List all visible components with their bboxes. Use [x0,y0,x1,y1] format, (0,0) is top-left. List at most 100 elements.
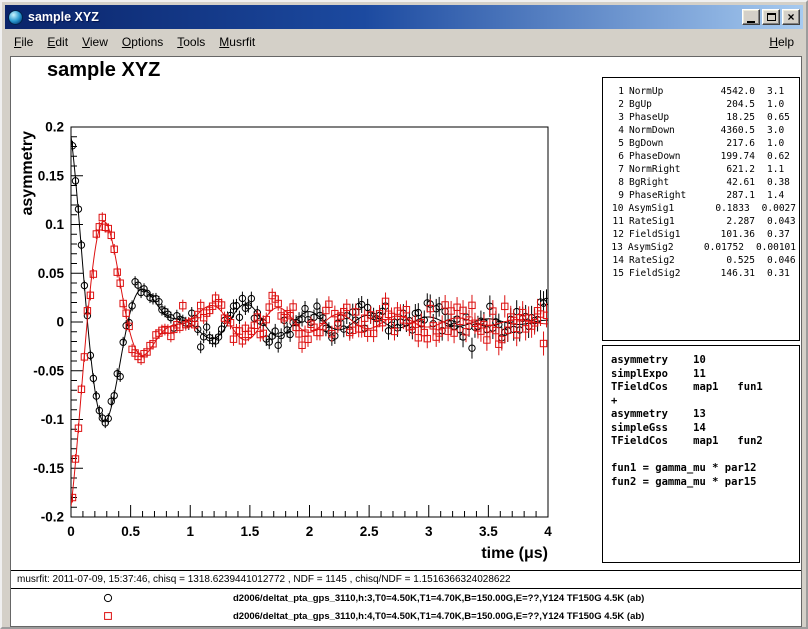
param-number: 3 [609,111,624,124]
param-name: AsymSig1 [628,202,701,215]
menu-musrfit[interactable]: Musrfit [212,32,262,52]
param-number: 9 [609,189,624,202]
param-value: 2.287 [705,215,755,228]
theory-line: TFieldCos map1 fun1 [611,381,796,395]
param-row: 10AsymSig10.18330.0027 [609,202,796,215]
square-marker-icon [101,609,115,623]
y-tick-label: 0.15 [38,168,65,183]
param-name: FieldSig2 [629,267,705,280]
minimize-button[interactable] [742,9,760,25]
root-canvas: sample XYZ -0.2-0.15-0.1-0.0500.050.10.1… [10,56,802,627]
theory-curve-1 [71,221,548,506]
param-name: NormRight [629,163,705,176]
param-row: 8BgRight42.610.38 [609,176,796,189]
param-number: 8 [609,176,624,189]
param-name: FieldSig1 [629,228,705,241]
param-number: 5 [609,137,624,150]
legend-entry: d2006/deltat_pta_gps_3110,h:4,T0=4.50K,T… [11,607,801,625]
theory-line: + [611,395,796,409]
param-name: BgDown [629,137,705,150]
param-value: 4542.0 [705,85,755,98]
param-row: 15 FieldSig2146.31 0.31 [609,267,796,280]
y-tick-label: 0.1 [45,217,64,232]
param-name: AsymSig2 [628,241,698,254]
maximize-icon [767,13,776,21]
y-tick-label: 0.2 [45,120,64,135]
legend-label: d2006/deltat_pta_gps_3110,h:3,T0=4.50K,T… [233,593,644,604]
param-value: 0.01752 [698,241,744,254]
x-tick-label: 4 [544,524,552,539]
param-number: 11 [609,215,624,228]
menu-help[interactable]: Help [762,32,801,52]
menu-edit[interactable]: Edit [40,32,75,52]
asymmetry-plot[interactable]: -0.2-0.15-0.1-0.0500.050.10.150.200.511.… [11,57,603,569]
theory-line [611,449,796,463]
status-area: musrfit: 2011-07-09, 15:37:46, chisq = 1… [11,570,801,626]
theory-line: asymmetry 13 [611,408,796,422]
theory-line: simplExpo 11 [611,368,796,382]
menu-options[interactable]: Options [115,32,170,52]
param-value: 4360.5 [705,124,755,137]
x-tick-label: 3.5 [479,524,498,539]
data-points-0 [69,141,549,428]
param-row: 12FieldSig1101.360.37 [609,228,796,241]
x-tick-label: 1 [186,524,194,539]
param-number: 4 [609,124,624,137]
x-tick-label: 1.5 [240,524,259,539]
param-error: 0.62 [767,150,790,163]
close-icon: × [787,11,794,23]
param-error: 0.046 [767,254,796,267]
x-tick-label: 0 [67,524,75,539]
x-tick-label: 2.5 [360,524,379,539]
param-error: 1.0 [767,137,784,150]
legend-label: d2006/deltat_pta_gps_3110,h:4,T0=4.50K,T… [233,611,644,622]
theory-line: simpleGss 14 [611,422,796,436]
titlebar[interactable]: sample XYZ × [5,5,803,29]
param-name: BgRight [629,176,705,189]
param-error: 0.043 [767,215,796,228]
theory-line: fun2 = gamma_mu * par15 [611,476,796,490]
param-error: 0.65 [767,111,790,124]
y-tick-label: -0.15 [33,461,64,476]
param-row: 7NormRight621.21.1 [609,163,796,176]
minimize-icon [747,21,755,23]
param-error: 0.00101 [756,241,796,254]
param-error: 1.0 [767,98,784,111]
y-tick-label: -0.1 [41,412,65,427]
param-number: 1 [609,85,624,98]
param-error: 3.1 [767,85,784,98]
param-error: 0.38 [767,176,790,189]
theory-curve-0 [71,136,548,422]
param-number: 6 [609,150,624,163]
y-tick-label: 0 [56,315,64,330]
theory-box: asymmetry 10simplExpo 11TFieldCos map1 f… [602,345,800,563]
circle-marker-icon [101,591,115,605]
menu-view[interactable]: View [75,32,115,52]
param-row: 3PhaseUp18.250.65 [609,111,796,124]
param-number: 15 [609,267,624,280]
param-value: 287.1 [705,189,755,202]
y-tick-label: -0.2 [41,510,64,525]
legend: d2006/deltat_pta_gps_3110,h:3,T0=4.50K,T… [11,589,801,625]
param-name: BgUp [629,98,705,111]
theory-line: asymmetry 10 [611,354,796,368]
param-row: 13AsymSig20.017520.00101 [609,241,796,254]
param-name: NormUp [629,85,705,98]
x-tick-label: 2 [306,524,314,539]
param-number: 12 [609,228,624,241]
window-title: sample XYZ [28,10,742,24]
param-error: 0.31 [767,267,790,280]
param-name: NormDown [629,124,705,137]
param-value: 199.74 [705,150,755,163]
menu-file[interactable]: File [7,32,40,52]
window-controls: × [742,9,800,25]
param-number: 10 [609,202,623,215]
param-row: 14RateSig20.5250.046 [609,254,796,267]
close-button[interactable]: × [782,9,800,25]
param-row: 2BgUp204.51.0 [609,98,796,111]
maximize-button[interactable] [762,9,780,25]
theory-line: TFieldCos map1 fun2 [611,435,796,449]
param-value: 101.36 [705,228,755,241]
menu-tools[interactable]: Tools [170,32,212,52]
param-value: 146.31 [705,267,755,280]
